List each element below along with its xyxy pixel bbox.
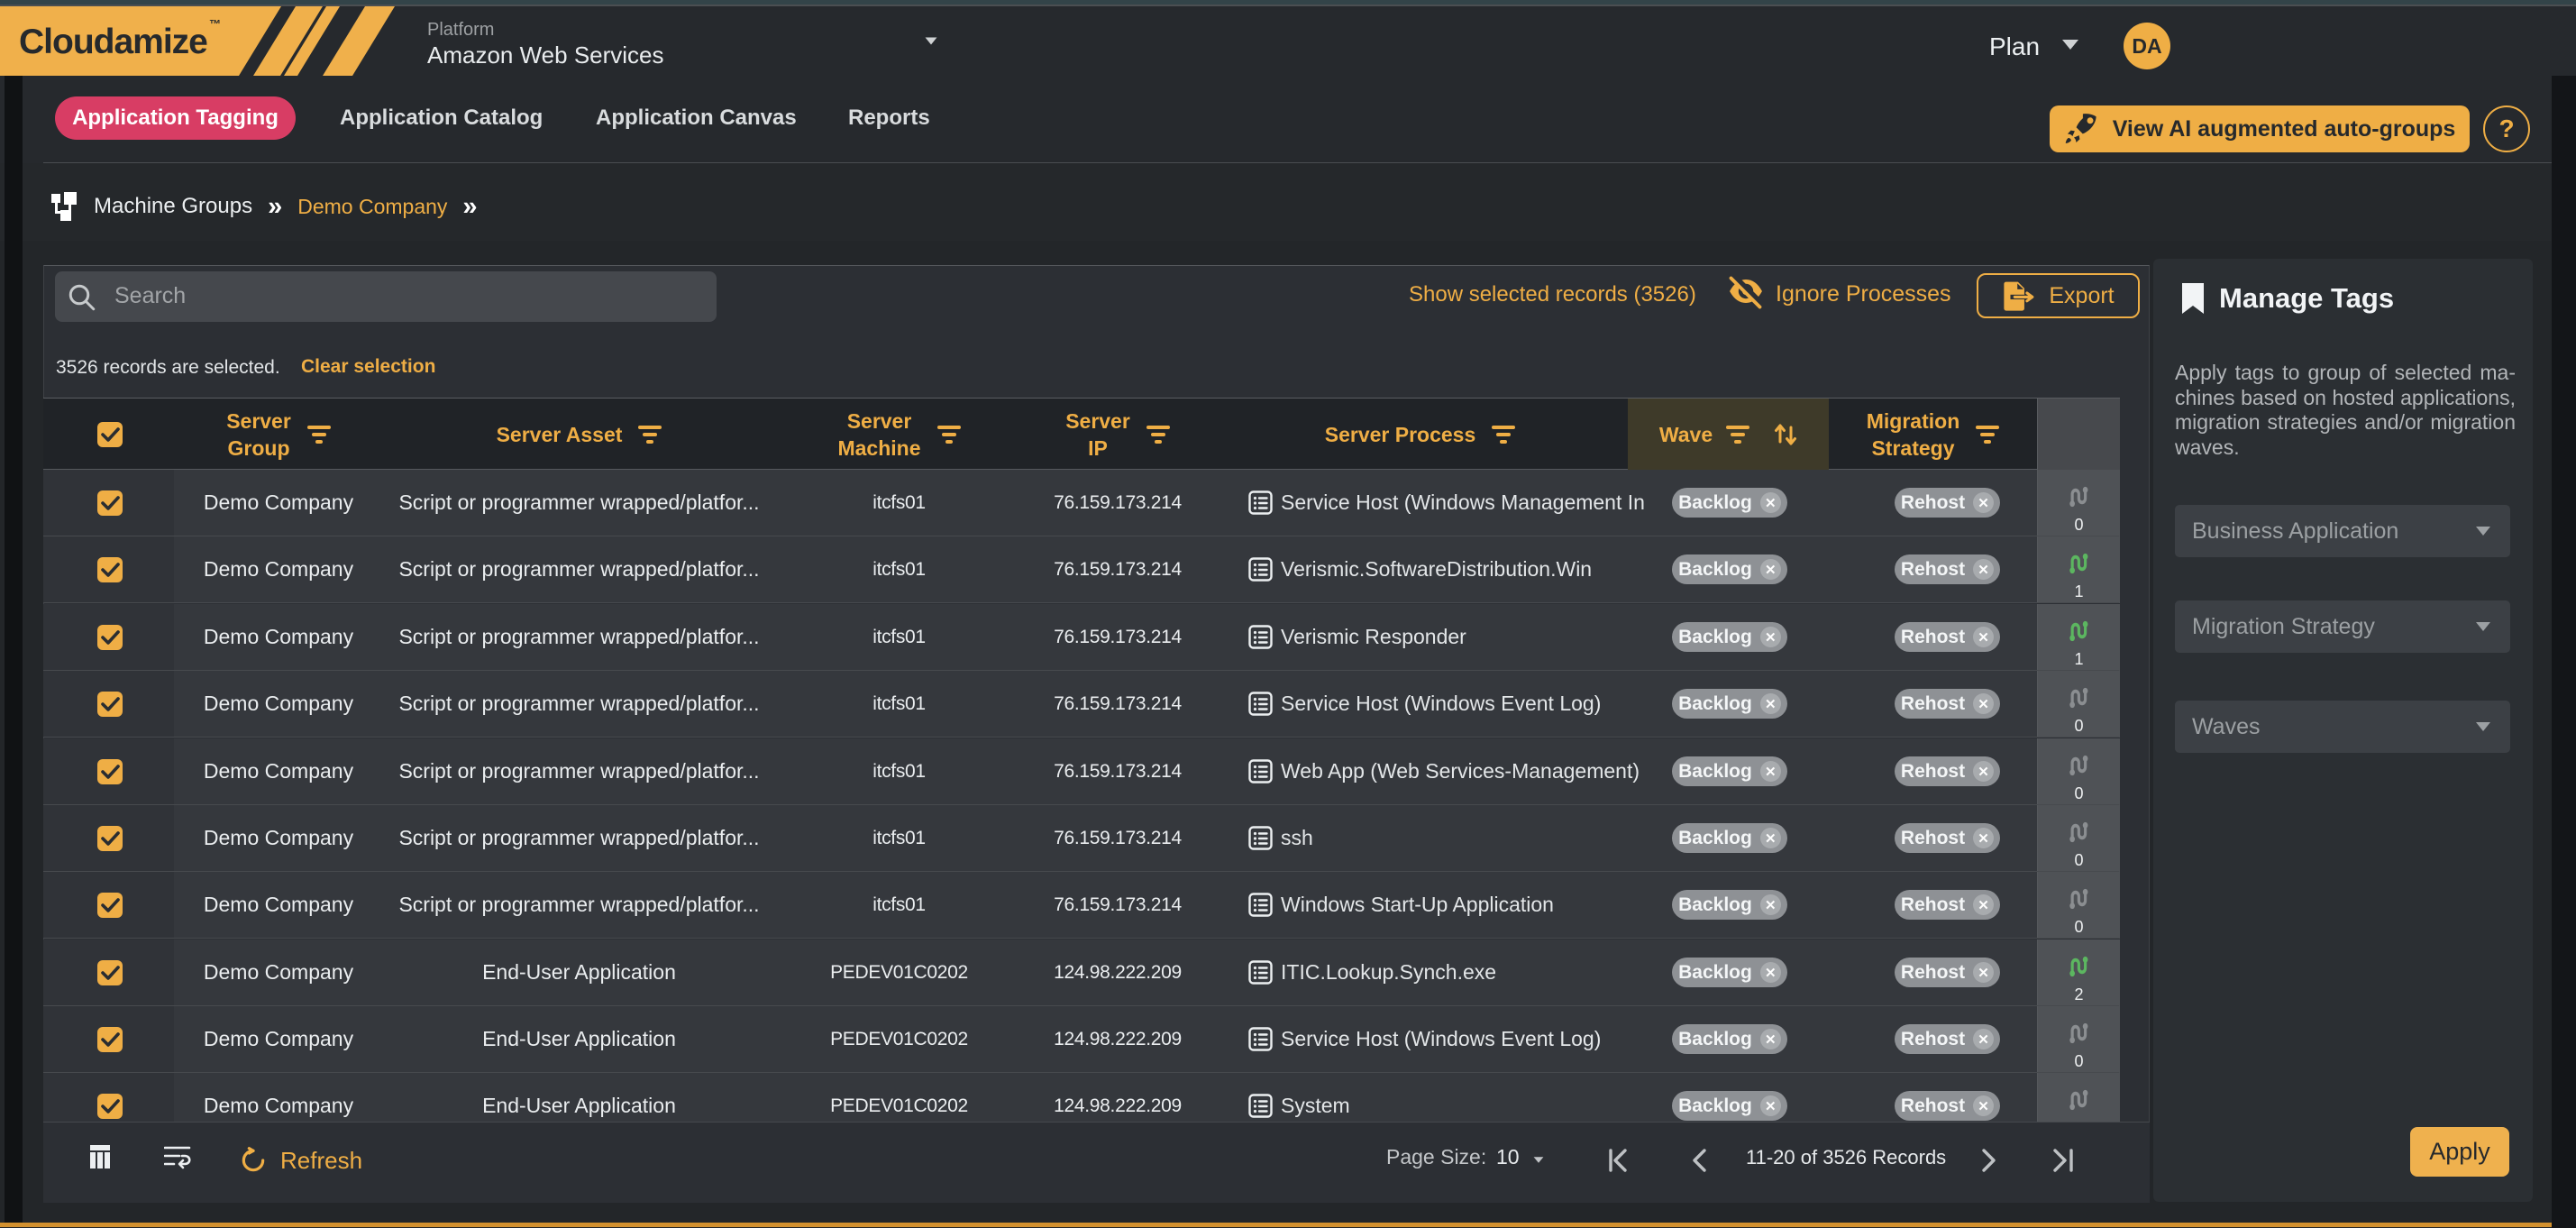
svg-text:™: ™ <box>209 17 221 31</box>
svg-text:Cloudamize: Cloudamize <box>19 23 207 61</box>
